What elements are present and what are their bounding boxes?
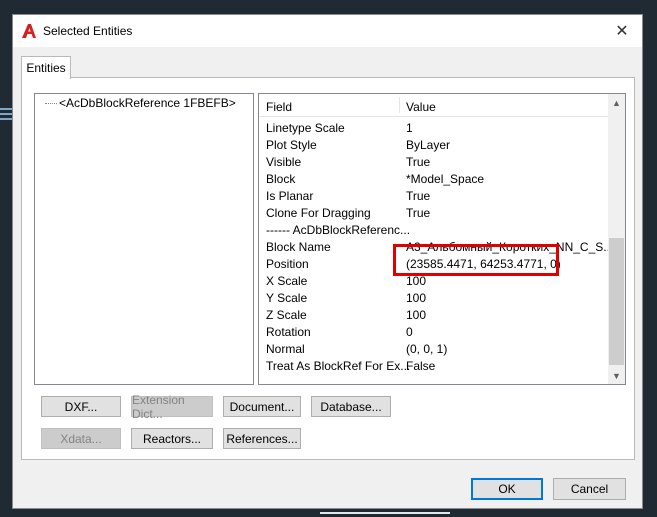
property-field: Block Name: [266, 240, 331, 254]
property-field: Block: [266, 172, 296, 186]
tree-item-label: <AcDbBlockReference 1FBEFB>: [59, 96, 236, 110]
property-row[interactable]: Visible True: [259, 153, 609, 170]
close-icon[interactable]: ✕: [602, 15, 642, 47]
property-field: X Scale: [266, 274, 308, 288]
autocad-a-icon: [22, 24, 36, 38]
property-row[interactable]: Is Planar True: [259, 187, 609, 204]
property-row[interactable]: Rotation 0: [259, 323, 609, 340]
property-value: True: [406, 189, 431, 203]
window-title: Selected Entities: [43, 24, 133, 38]
property-row[interactable]: Treat As BlockRef For Ex... False: [259, 357, 609, 374]
property-field: Position: [266, 257, 309, 271]
scroll-up-icon[interactable]: ▲: [608, 94, 625, 111]
property-value: True: [406, 206, 431, 220]
property-value: 100: [406, 291, 427, 305]
tree-item-block-reference[interactable]: <AcDbBlockReference 1FBEFB>: [45, 96, 236, 110]
cancel-button[interactable]: Cancel: [553, 478, 626, 500]
dxf-button[interactable]: DXF...: [41, 396, 121, 417]
property-section-label: ------ AcDbBlockReferenc...: [266, 223, 411, 237]
property-field: Normal: [266, 342, 305, 356]
scroll-down-icon[interactable]: ▼: [608, 367, 625, 384]
references-button[interactable]: References...: [223, 428, 301, 449]
property-value: 100: [406, 274, 427, 288]
properties-scrollbar[interactable]: ▲ ▼: [608, 94, 625, 384]
property-row[interactable]: Normal (0, 0, 1): [259, 340, 609, 357]
property-row[interactable]: Block *Model_Space: [259, 170, 609, 187]
property-value: True: [406, 155, 431, 169]
property-value: 1: [406, 121, 413, 135]
property-field: Plot Style: [266, 138, 317, 152]
property-field: Is Planar: [266, 189, 314, 203]
tab-entities[interactable]: Entities: [21, 56, 71, 79]
properties-header: Field Value: [259, 94, 609, 117]
column-header-value[interactable]: Value: [406, 100, 436, 114]
column-header-field[interactable]: Field: [266, 100, 292, 114]
title-bar[interactable]: Selected Entities ✕: [13, 15, 642, 47]
property-value: False: [406, 359, 436, 373]
property-row[interactable]: Linetype Scale 1: [259, 119, 609, 136]
scroll-thumb[interactable]: [609, 238, 624, 365]
document-button[interactable]: Document...: [223, 396, 301, 417]
property-field: Y Scale: [266, 291, 308, 305]
property-row[interactable]: Z Scale 100: [259, 306, 609, 323]
property-field: Visible: [266, 155, 302, 169]
property-row[interactable]: Clone For Dragging True: [259, 204, 609, 221]
property-value: ByLayer: [406, 138, 451, 152]
property-field: Clone For Dragging: [266, 206, 371, 220]
column-separator: [399, 97, 400, 113]
extension-dict-button[interactable]: Extension Dict...: [131, 393, 213, 421]
property-value: *Model_Space: [406, 172, 485, 186]
properties-list[interactable]: Field Value Linetype Scale 1 Plot Style By…: [258, 93, 626, 385]
property-field: Treat As BlockRef For Ex...: [266, 359, 411, 373]
property-value: (0, 0, 1): [406, 342, 448, 356]
database-button[interactable]: Database...: [311, 396, 391, 417]
property-row[interactable]: Y Scale 100: [259, 289, 609, 306]
property-field: Linetype Scale: [266, 121, 345, 135]
property-field: Rotation: [266, 325, 311, 339]
property-field: Z Scale: [266, 308, 307, 322]
property-value: 100: [406, 308, 427, 322]
xdata-button[interactable]: Xdata...: [41, 428, 121, 449]
ok-button[interactable]: OK: [471, 478, 543, 500]
position-highlight-box: [393, 244, 559, 276]
property-section-row[interactable]: ------ AcDbBlockReferenc...: [259, 221, 609, 238]
property-value: 0: [406, 325, 413, 339]
property-row[interactable]: Plot Style ByLayer: [259, 136, 609, 153]
entity-tree[interactable]: <AcDbBlockReference 1FBEFB>: [34, 93, 254, 385]
reactors-button[interactable]: Reactors...: [131, 428, 213, 449]
tree-connector-line: [45, 102, 57, 104]
